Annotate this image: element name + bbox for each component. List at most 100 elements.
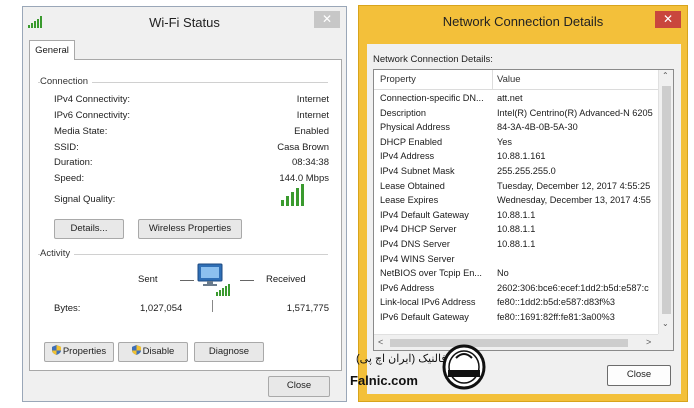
disable-button-label: Disable <box>142 346 175 357</box>
row-property: Link-local IPv6 Address <box>380 297 476 308</box>
general-tab-panel: Connection IPv4 Connectivity: Internet I… <box>29 59 342 371</box>
properties-button-label: Properties <box>62 346 107 357</box>
row-value: No <box>497 268 509 279</box>
ssid-label: SSID: <box>54 142 79 153</box>
vertical-scrollbar[interactable]: ⌃ ⌄ <box>658 70 673 334</box>
scroll-corner <box>658 334 673 350</box>
row-property: IPv6 Address <box>380 282 435 293</box>
list-row[interactable]: IPv4 Default Gateway 10.88.1.1 <box>374 210 673 222</box>
scroll-down-icon[interactable]: ⌄ <box>662 319 669 328</box>
wireless-properties-button[interactable]: Wireless Properties <box>138 219 242 239</box>
ipv6-connectivity-label: IPv6 Connectivity: <box>54 110 131 121</box>
sent-line <box>180 280 194 281</box>
row-property: IPv4 DHCP Server <box>380 224 457 235</box>
row-value: Yes <box>497 136 512 147</box>
row-property: IPv4 DNS Server <box>380 239 450 249</box>
diagnose-button[interactable]: Diagnose <box>194 342 264 362</box>
row-property: IPv4 Address <box>380 151 435 162</box>
list-row[interactable]: Physical Address 84-3A-4B-0B-5A-30 <box>374 122 673 134</box>
list-row[interactable]: IPv4 WINS Server <box>374 254 673 266</box>
bytes-sent-value: 1,027,054 <box>140 303 183 314</box>
list-row[interactable]: IPv4 Subnet Mask 255.255.255.0 <box>374 166 673 178</box>
details-button[interactable]: Details... <box>54 219 124 239</box>
details-list[interactable]: Property Value Connection-specific DN...… <box>373 69 674 351</box>
signal-bar <box>286 196 289 206</box>
row-property: IPv6 Default Gateway <box>380 312 469 322</box>
list-row[interactable]: Lease Obtained Tuesday, December 12, 2017… <box>374 181 673 193</box>
list-row[interactable]: IPv4 Address 10.88.1.161 <box>374 151 673 163</box>
close-icon[interactable]: ✕ <box>655 11 681 28</box>
row-property: DHCP Enabled <box>380 136 443 147</box>
row-property: IPv4 WINS Server <box>380 253 455 264</box>
list-row[interactable]: IPv4 DHCP Server 10.88.1.1 <box>374 224 673 236</box>
row-property: IPv4 Default Gateway <box>380 209 469 220</box>
duration-label: Duration: <box>54 157 93 168</box>
connection-group-label: Connection <box>40 76 93 87</box>
scroll-right-icon[interactable]: > <box>646 337 651 347</box>
row-value: 255.255.255.0 <box>497 166 556 176</box>
list-row[interactable]: IPv6 Default Gateway fe80::1691:82ff:fe81… <box>374 312 673 324</box>
title-bar: Network Connection Details ✕ <box>359 6 687 36</box>
watermark-site-text: Falnic.com <box>350 373 418 388</box>
list-row[interactable]: DHCP Enabled Yes <box>374 137 673 149</box>
uac-shield-icon <box>131 345 141 355</box>
list-row[interactable]: Link-local IPv6 Address fe80::1dd2:b5d:e5… <box>374 297 673 309</box>
list-row[interactable]: Lease Expires Wednesday, December 13, 201… <box>374 195 673 207</box>
bytes-divider <box>212 300 213 312</box>
disable-button[interactable]: Disable <box>118 342 188 362</box>
row-property: Lease Obtained <box>380 180 445 191</box>
speed-value: 144.0 Mbps <box>279 173 329 184</box>
bytes-label: Bytes: <box>54 303 81 314</box>
received-label: Received <box>266 274 306 285</box>
activity-divider <box>38 254 328 255</box>
uac-shield-icon <box>51 345 61 355</box>
column-header-value[interactable]: Value <box>497 74 521 85</box>
row-property: Description <box>380 107 426 118</box>
column-header-property[interactable]: Property <box>380 74 416 85</box>
signal-bar <box>281 200 284 206</box>
ipv4-connectivity-label: IPv4 Connectivity: <box>54 94 131 105</box>
row-value: att.net <box>497 93 523 103</box>
vertical-scroll-thumb[interactable] <box>662 86 671 314</box>
tab-general[interactable]: General <box>29 40 75 60</box>
list-row[interactable]: Description Intel(R) Centrino(R) Advanced… <box>374 108 673 120</box>
signal-quality-label: Signal Quality: <box>54 194 116 205</box>
received-line <box>240 280 254 281</box>
list-row[interactable]: NetBIOS over Tcpip En... No <box>374 268 673 280</box>
watermark: فالنیک (ایران اچ پی) Falnic.com <box>350 340 490 400</box>
list-row[interactable]: Connection-specific DN... att.net <box>374 93 673 105</box>
row-value: fe80::1691:82ff:fe81:3a00%3 <box>497 312 615 322</box>
row-value: 10.88.1.161 <box>497 151 546 162</box>
signal-bar <box>301 184 304 206</box>
close-button[interactable]: Close <box>268 376 330 397</box>
activity-group-label: Activity <box>40 248 75 259</box>
list-row[interactable]: IPv4 DNS Server 10.88.1.1 <box>374 239 673 251</box>
row-property: Physical Address <box>380 122 450 133</box>
close-button[interactable]: Close <box>607 365 671 386</box>
row-value: 10.88.1.1 <box>497 209 536 220</box>
ssid-value: Casa Brown <box>277 142 329 153</box>
properties-button[interactable]: Properties <box>44 342 114 362</box>
column-separator[interactable] <box>492 70 493 90</box>
media-state-label: Media State: <box>54 126 108 137</box>
ipv4-connectivity-value: Internet <box>296 94 329 105</box>
list-header: Property Value <box>374 70 673 90</box>
scroll-up-icon[interactable]: ⌃ <box>662 71 669 80</box>
row-property: NetBIOS over Tcpip En... <box>380 268 482 279</box>
row-value: fe80::1dd2:b5d:e587:d83f%3 <box>497 297 616 308</box>
signal-bar <box>296 188 299 206</box>
details-heading: Network Connection Details: <box>373 54 493 65</box>
duration-value: 08:34:38 <box>292 157 329 168</box>
ipv6-connectivity-value: Internet <box>296 110 329 121</box>
sent-label: Sent <box>138 274 158 285</box>
row-property: IPv4 Subnet Mask <box>380 166 455 176</box>
row-value: 10.88.1.1 <box>497 239 536 249</box>
row-property: Lease Expires <box>380 195 439 206</box>
list-row[interactable]: IPv6 Address 2602:306:bce6:ecef:1dd2:b5d:… <box>374 283 673 295</box>
close-icon[interactable]: ✕ <box>314 11 340 28</box>
watermark-persian-text: فالنیک (ایران اچ پی) <box>356 353 447 365</box>
bytes-received-value: 1,571,775 <box>286 303 329 314</box>
row-property: Connection-specific DN... <box>380 93 484 103</box>
row-value: Intel(R) Centrino(R) Advanced-N 6205 <box>497 107 653 118</box>
network-computer-icon <box>197 263 230 296</box>
